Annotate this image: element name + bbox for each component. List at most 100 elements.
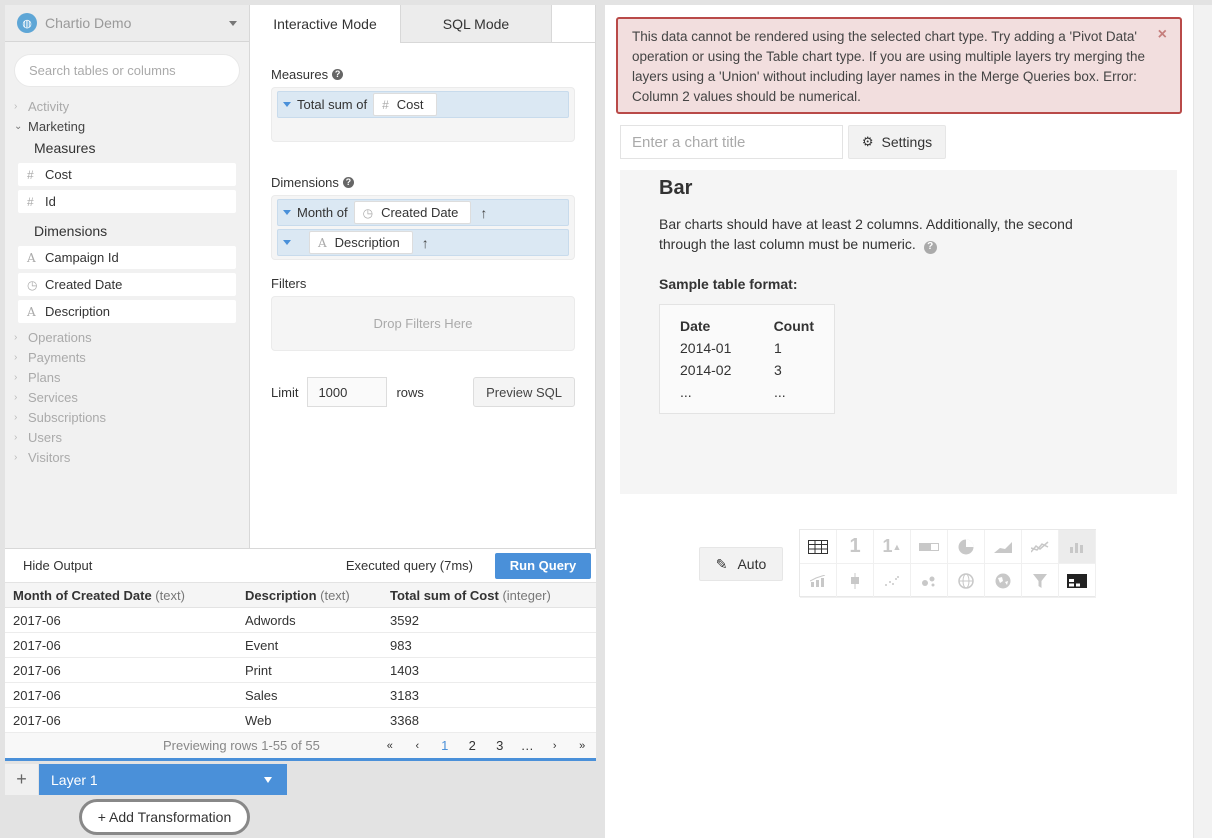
table-icon[interactable]: [800, 530, 837, 564]
bar-icon[interactable]: [1059, 530, 1096, 564]
pill-aggregation: Total sum of: [297, 97, 368, 112]
auto-chart-button[interactable]: ✎ Auto: [699, 547, 783, 581]
pagination: Previewing rows 1-55 of 55 « ‹ 1 2 3 … ›…: [5, 733, 596, 761]
measures-drop-area[interactable]: Total sum of # Cost: [271, 87, 575, 142]
field-id[interactable]: # Id: [18, 190, 236, 213]
pill-menu-icon[interactable]: [283, 102, 291, 107]
single-value-icon[interactable]: 1: [837, 530, 874, 564]
table-cell: Print: [237, 657, 382, 683]
results-table: Month of Created Date (text) Description…: [5, 582, 596, 733]
field-campaign-id[interactable]: A Campaign Id: [18, 246, 236, 269]
pivot-table-icon[interactable]: [1059, 564, 1096, 598]
filters-drop-area[interactable]: Drop Filters Here: [271, 296, 575, 351]
chevron-down-icon: ⌄: [14, 120, 23, 132]
table-subscriptions[interactable]: › Subscriptions: [5, 407, 249, 427]
prev-page-button[interactable]: ‹: [404, 740, 431, 752]
pie-icon[interactable]: [948, 530, 985, 564]
measure-pill[interactable]: Total sum of # Cost: [277, 91, 569, 118]
sort-ascending-icon[interactable]: ↑: [480, 205, 487, 221]
add-transformation-button[interactable]: + Add Transformation: [79, 799, 250, 835]
settings-button[interactable]: ⚙ Settings: [848, 125, 946, 159]
chart-title-field[interactable]: [620, 125, 843, 159]
table-cell: Adwords: [237, 607, 382, 633]
pill-field-label: Cost: [396, 97, 424, 112]
sample-cell: 2014-02: [680, 362, 732, 378]
sort-ascending-icon[interactable]: ↑: [422, 235, 429, 251]
field-created-date[interactable]: ◷ Created Date: [18, 273, 236, 296]
sample-cell: ...: [680, 384, 692, 400]
dimension-pill[interactable]: A Description ↑: [277, 229, 569, 256]
run-query-button[interactable]: Run Query: [495, 552, 591, 579]
hide-output-button[interactable]: Hide Output: [23, 558, 92, 573]
table-activity[interactable]: › Activity: [5, 96, 249, 116]
schema-sidebar: ◍ Chartio Demo › Activity ⌄ Marketing Meas…: [5, 5, 250, 548]
area-icon[interactable]: [985, 530, 1022, 564]
help-icon[interactable]: ?: [923, 240, 937, 254]
datasource-logo-icon: ◍: [17, 13, 37, 33]
table-cell: 2017-06: [5, 682, 237, 708]
world-map-icon[interactable]: [985, 564, 1022, 598]
column-header[interactable]: Month of Created Date (text): [5, 582, 237, 608]
table-marketing[interactable]: ⌄ Marketing: [5, 116, 249, 136]
single-value-trend-icon[interactable]: 1 ▲: [874, 530, 911, 564]
page-button[interactable]: 3: [486, 738, 513, 753]
last-page-button[interactable]: »: [568, 740, 595, 752]
gear-icon: ⚙: [861, 134, 874, 149]
limit-input[interactable]: 1000: [307, 377, 388, 407]
table-services[interactable]: › Services: [5, 387, 249, 407]
bubble-icon[interactable]: [911, 564, 948, 598]
chart-title-input[interactable]: [632, 133, 842, 151]
help-icon[interactable]: ?: [342, 176, 354, 188]
table-cell: Web: [237, 707, 382, 733]
number-type-icon: #: [382, 97, 389, 112]
geo-map-icon[interactable]: [948, 564, 985, 598]
table-operations[interactable]: › Operations: [5, 327, 249, 347]
progress-bar-icon[interactable]: [911, 530, 948, 564]
help-icon[interactable]: ?: [332, 68, 344, 80]
table-users[interactable]: › Users: [5, 427, 249, 447]
rows-label: rows: [396, 384, 424, 400]
sample-table: Date Count 2014-01 1 2014-02 3 ......: [659, 304, 835, 414]
column-name: Description: [245, 587, 317, 603]
sample-format-label: Sample table format:: [659, 276, 798, 292]
table-cell: 983: [382, 632, 596, 658]
dimension-pill[interactable]: Month of ◷ Created Date ↑: [277, 199, 569, 226]
field-description[interactable]: A Description: [18, 300, 236, 323]
funnel-icon[interactable]: [1022, 564, 1059, 598]
tab-sql-mode[interactable]: SQL Mode: [401, 5, 552, 43]
sample-cell: ...: [774, 384, 786, 400]
field-cost[interactable]: # Cost: [18, 163, 236, 186]
add-layer-button[interactable]: +: [5, 764, 38, 795]
next-page-button[interactable]: ›: [541, 740, 568, 752]
field-label: Created Date: [45, 277, 123, 292]
datasource-select[interactable]: ◍ Chartio Demo: [5, 5, 249, 42]
scatter-icon[interactable]: [874, 564, 911, 598]
column-header[interactable]: Description (text): [237, 582, 382, 608]
layer-tab[interactable]: Layer 1: [39, 764, 287, 795]
clock-icon: ◷: [27, 277, 38, 292]
table-visitors[interactable]: › Visitors: [5, 447, 249, 467]
preview-sql-button[interactable]: Preview SQL: [473, 377, 575, 407]
tab-interactive-mode[interactable]: Interactive Mode: [250, 5, 401, 43]
page-button[interactable]: 1: [431, 738, 458, 753]
pill-menu-icon[interactable]: [283, 240, 291, 245]
tabs-spacer: [552, 5, 595, 43]
table-payments[interactable]: › Payments: [5, 347, 249, 367]
error-message: This data cannot be rendered using the s…: [632, 29, 1146, 104]
table-label: Users: [28, 429, 62, 445]
scrollbar-track[interactable]: [1193, 5, 1212, 838]
table-plans[interactable]: › Plans: [5, 367, 249, 387]
page-button[interactable]: 2: [459, 738, 486, 753]
bar-line-icon[interactable]: [800, 564, 837, 598]
pill-menu-icon[interactable]: [283, 210, 291, 215]
schema-search-input[interactable]: [29, 63, 225, 78]
box-plot-icon[interactable]: [837, 564, 874, 598]
chevron-down-icon[interactable]: [264, 776, 272, 783]
line-icon[interactable]: [1022, 530, 1059, 564]
table-row: 2017-06 Adwords 3592: [5, 607, 596, 633]
column-header[interactable]: Total sum of Cost (integer): [382, 582, 596, 608]
schema-search[interactable]: [14, 54, 240, 87]
close-icon[interactable]: ×: [1158, 25, 1167, 45]
dimensions-drop-area[interactable]: Month of ◷ Created Date ↑ A Description ↑: [271, 195, 575, 260]
first-page-button[interactable]: «: [376, 740, 403, 752]
